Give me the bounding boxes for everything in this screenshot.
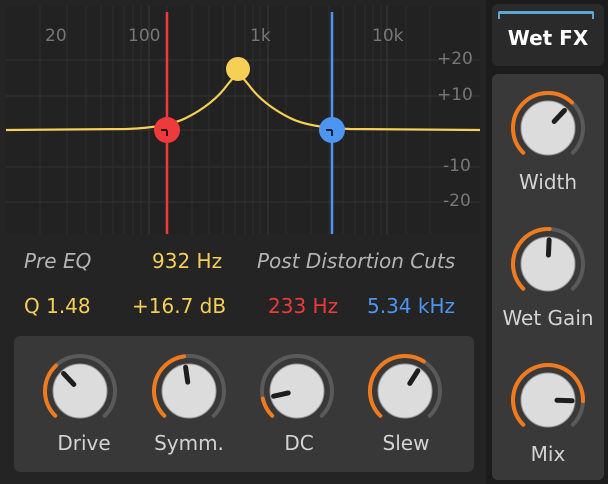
knob-pointer (271, 390, 291, 399)
parameter-readout: Pre EQ 932 Hz Post Distortion Cuts Q 1.4… (0, 240, 486, 330)
wet-fx-panel: Width Wet Gain Mix (492, 74, 604, 480)
knob-graphic (511, 227, 585, 292)
high-cut-freq[interactable]: 5.34 kHz (367, 294, 455, 318)
slew-knob[interactable] (365, 351, 445, 431)
eq-graph[interactable]: 20 100 1k 10k +20 +10 -10 -20 (6, 6, 480, 234)
knob-body (161, 363, 217, 419)
distortion-device-panel: 20 100 1k 10k +20 +10 -10 -20 Pre EQ 932… (0, 0, 486, 484)
distortion-knob-panel: Drive Symm. DC Slew (14, 336, 474, 472)
symmetry-label: Symm. (154, 431, 224, 455)
knob-body (269, 363, 325, 419)
knob-pointer (545, 237, 552, 258)
knob-graphic (368, 354, 442, 419)
tab-indicator (498, 11, 594, 19)
drive-knob[interactable] (40, 351, 120, 431)
symmetry-knob[interactable] (149, 351, 229, 431)
knob-body (52, 363, 108, 419)
pre-eq-label: Pre EQ (24, 249, 92, 273)
low-cut-handle[interactable] (154, 117, 180, 143)
wet-gain-knob[interactable] (508, 224, 588, 304)
eq-handles (154, 57, 345, 143)
knob-graphic (152, 354, 226, 419)
knob-graphic (260, 354, 334, 419)
mix-label: Mix (530, 442, 566, 466)
wet-gain-label: Wet Gain (502, 306, 594, 330)
width-label: Width (518, 170, 578, 194)
pre-eq-freq[interactable]: 932 Hz (152, 249, 222, 273)
drive-label: Drive (57, 431, 111, 455)
knob-graphic (511, 91, 585, 156)
width-knob[interactable] (508, 88, 588, 168)
pre-eq-gain[interactable]: +16.7 dB (132, 294, 226, 318)
knob-pointer (183, 364, 191, 385)
peak-handle[interactable] (226, 57, 250, 81)
dc-knob[interactable] (257, 351, 337, 431)
dc-label: DC (284, 431, 314, 455)
low-cut-freq[interactable]: 233 Hz (268, 294, 338, 318)
knob-value-arc (260, 396, 275, 418)
knob-graphic (43, 354, 117, 419)
wet-fx-title: Wet FX (507, 26, 589, 50)
wet-fx-header[interactable]: Wet FX (492, 4, 604, 66)
knob-body (520, 100, 576, 156)
slew-label: Slew (382, 431, 430, 455)
mix-knob[interactable] (508, 360, 588, 440)
knob-body (377, 363, 433, 419)
high-cut-handle[interactable] (319, 117, 345, 143)
knob-graphic (511, 363, 585, 428)
pre-eq-q[interactable]: Q 1.48 (24, 294, 91, 318)
post-cuts-label: Post Distortion Cuts (257, 249, 456, 273)
